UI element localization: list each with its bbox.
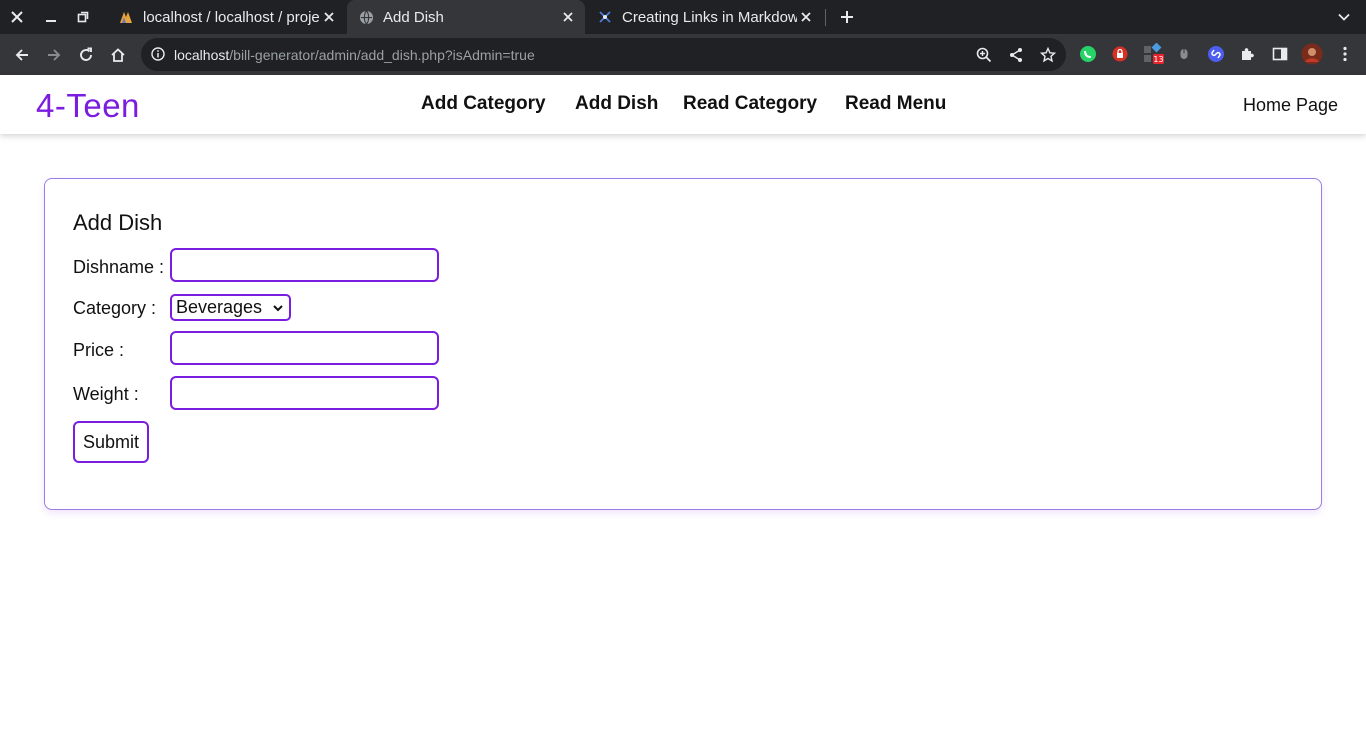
mouse-extension-icon[interactable] [1173, 43, 1195, 65]
weight-input[interactable] [170, 376, 439, 410]
globe-icon [358, 9, 374, 25]
tab-close-icon[interactable] [559, 8, 577, 26]
price-input[interactable] [170, 331, 439, 365]
share-icon[interactable] [1006, 45, 1026, 65]
new-tab-icon[interactable] [835, 5, 859, 29]
tab-phpmyadmin[interactable]: localhost / localhost / proje [108, 0, 346, 34]
weight-label: Weight : [73, 384, 139, 404]
home-icon[interactable] [105, 42, 131, 68]
add-dish-card: Add Dish Dishname : Category : Beverages… [44, 178, 1322, 510]
address-host: localhost [174, 47, 230, 63]
nav-link-add-dish[interactable]: Add Dish [575, 93, 658, 115]
category-selected-value: Beverages [176, 297, 263, 317]
tab-title: Add Dish [383, 8, 444, 26]
phpmyadmin-icon [118, 9, 134, 25]
tab-markdown-guide[interactable]: Creating Links in Markdown [587, 0, 823, 34]
brand-logo[interactable]: 4-Teen [36, 87, 140, 125]
browser-tab-bar: localhost / localhost / proje Add Dish C… [0, 0, 1366, 34]
tab-title: Creating Links in Markdown [622, 8, 797, 26]
whatsapp-icon[interactable] [1077, 43, 1099, 65]
lock-extension-icon[interactable] [1109, 43, 1131, 65]
forward-icon[interactable] [41, 42, 67, 68]
chevron-down-icon [271, 301, 285, 315]
menu-icon[interactable] [1334, 43, 1356, 65]
reload-icon[interactable] [73, 42, 99, 68]
category-select[interactable]: Beverages [170, 294, 291, 321]
tab-close-icon[interactable] [797, 8, 815, 26]
window-restore-icon[interactable] [66, 0, 100, 34]
nav-link-read-menu[interactable]: Read Menu [845, 93, 946, 115]
nav-link-read-category[interactable]: Read Category [683, 93, 817, 115]
address-url: localhost/bill-generator/admin/add_dish.… [174, 47, 535, 63]
nav-link-add-category[interactable]: Add Category [421, 93, 546, 115]
tab-close-icon[interactable] [320, 8, 338, 26]
address-bar[interactable]: localhost/bill-generator/admin/add_dish.… [141, 38, 1066, 71]
dishname-label: Dishname : [73, 257, 165, 277]
category-label: Category : [73, 298, 157, 318]
profile-avatar-icon[interactable] [1301, 43, 1323, 65]
extension-badge-icon[interactable]: 13 [1143, 43, 1165, 65]
submit-button[interactable]: Submit [73, 421, 149, 463]
shazam-icon[interactable] [1205, 43, 1227, 65]
site-navbar: 4-Teen Add Category Add Dish Read Catego… [0, 75, 1366, 134]
tab-search-chevron-icon[interactable] [1332, 5, 1356, 29]
dishname-input[interactable] [170, 248, 439, 282]
extension-badge-count: 13 [1153, 55, 1163, 64]
tab-separator [825, 9, 826, 26]
zoom-icon[interactable] [974, 45, 994, 65]
back-icon[interactable] [9, 42, 35, 68]
puzzle-icon[interactable] [1237, 43, 1259, 65]
price-label: Price : [73, 340, 125, 360]
bookmark-star-icon[interactable] [1038, 45, 1058, 65]
nav-link-home-page[interactable]: Home Page [1243, 95, 1338, 116]
form-title: Add Dish [73, 210, 163, 235]
markdown-guide-icon [597, 9, 613, 25]
address-path: /bill-generator/admin/add_dish.php?isAdm… [229, 47, 535, 63]
tab-title: localhost / localhost / proje [143, 8, 320, 26]
window-close-icon[interactable] [0, 0, 34, 34]
window-minimize-icon[interactable] [34, 0, 68, 34]
side-panel-icon[interactable] [1269, 43, 1291, 65]
browser-toolbar: localhost/bill-generator/admin/add_dish.… [0, 34, 1366, 75]
tab-add-dish[interactable]: Add Dish [347, 0, 585, 34]
site-info-icon[interactable] [150, 46, 166, 62]
